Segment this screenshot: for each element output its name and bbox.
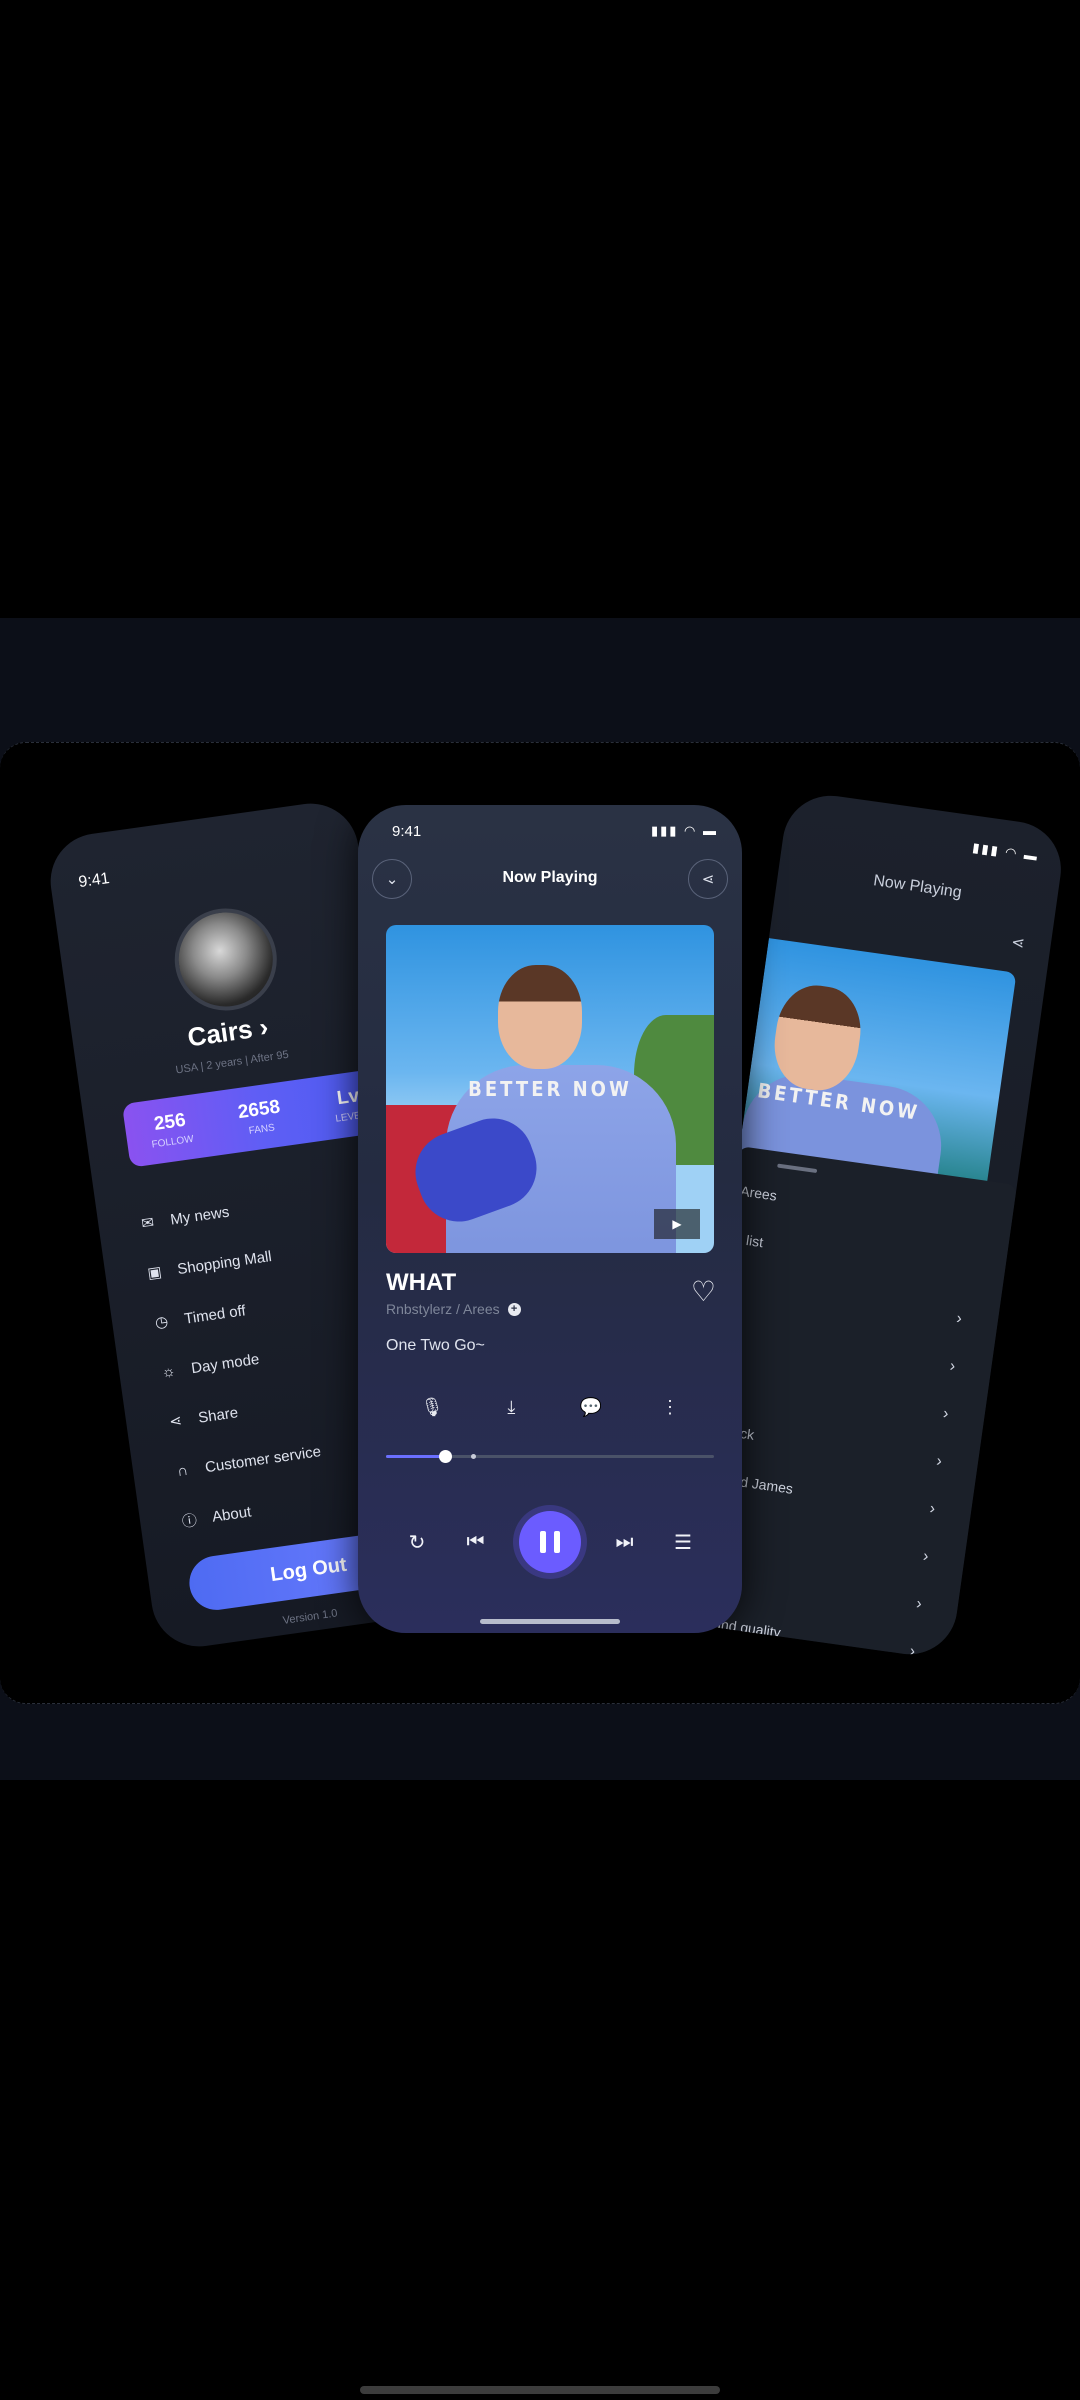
microphone-icon[interactable]: 🎙	[418, 1393, 446, 1421]
home-indicator	[480, 1619, 620, 1624]
status-time: 9:41	[392, 823, 422, 840]
chevron-right-icon: ›	[955, 1310, 963, 1328]
list-item[interactable]	[708, 1372, 946, 1405]
heart-icon[interactable]: ♡	[691, 1275, 716, 1308]
stat-fans[interactable]: 2658 FANS	[211, 1079, 309, 1155]
bag-icon: ▣	[146, 1263, 163, 1283]
chevron-right-icon: ›	[941, 1405, 950, 1423]
previous-icon[interactable]: ⏮	[461, 1527, 491, 1557]
progress-slider[interactable]	[386, 1450, 714, 1463]
art-text: BETTER NOW	[468, 1077, 632, 1101]
repeat-icon[interactable]: ↻	[402, 1527, 432, 1557]
next-icon[interactable]: ⏭	[610, 1527, 640, 1557]
add-icon[interactable]: +	[507, 1302, 521, 1316]
action-row: 🎙 ⤓ 💬 ⋮	[418, 1393, 684, 1421]
buffer-marker	[471, 1454, 477, 1459]
playlist-icon[interactable]: ☰	[668, 1527, 698, 1557]
share-icon: ⋖	[701, 871, 715, 888]
clock-icon: ◷	[153, 1313, 170, 1332]
song-artist: Rnbstylerz / Arees +	[386, 1301, 521, 1317]
page-title: Now Playing	[502, 869, 598, 886]
status-icons: ▮▮▮ ◠ ▬	[971, 839, 1040, 864]
sheet-handle[interactable]	[777, 1163, 818, 1174]
info-icon: ⓘ	[180, 1511, 199, 1531]
share-button[interactable]: ⋖	[688, 859, 728, 899]
home-indicator	[360, 2386, 720, 2394]
stat-follow[interactable]: 256 FOLLOW	[122, 1092, 220, 1168]
list-item[interactable]: ng list	[726, 1229, 966, 1278]
chevron-right-icon: ›	[948, 1357, 957, 1376]
comment-icon[interactable]: 💬	[577, 1393, 605, 1421]
right-title: Now Playing	[872, 872, 963, 902]
list-item[interactable]	[721, 1277, 959, 1310]
stats-bar: 256 FOLLOW 2658 FANS Lv LEVEL	[121, 1066, 399, 1168]
chevron-right-icon: ›	[257, 1011, 271, 1043]
more-icon[interactable]: ⋮	[656, 1393, 684, 1421]
now-playing-phone: 9:41 ▮▮▮ ◠ ▬ ⌄ Now Playing ⋖ BETTER NOW …	[358, 805, 742, 1633]
chevron-right-icon: ›	[921, 1547, 930, 1566]
video-thumb-icon[interactable]: ▶	[654, 1209, 700, 1239]
progress-knob[interactable]	[439, 1450, 453, 1463]
download-icon[interactable]: ⤓	[497, 1393, 525, 1421]
list-item[interactable]: / Arees	[732, 1182, 972, 1231]
share-icon: ⋖	[168, 1412, 183, 1431]
list-item[interactable]	[715, 1324, 953, 1357]
playback-controls: ↻ ⏮ ⏭ ☰	[402, 1511, 698, 1573]
chevron-right-icon: ›	[915, 1595, 923, 1613]
song-title: WHAT	[386, 1269, 457, 1296]
lyric-line: One Two Go~	[386, 1337, 485, 1354]
status-icons: ▮▮▮ ◠ ▬	[650, 823, 718, 838]
album-art: BETTER NOW ▶	[386, 925, 714, 1253]
progress-fill	[386, 1455, 446, 1458]
profile-menu: ✉ My news ▣ Shopping Mall ◷ Timed off ☼ Day …	[135, 1179, 331, 1546]
chevron-right-icon: ›	[935, 1452, 943, 1471]
pause-button[interactable]	[519, 1511, 581, 1573]
sun-icon: ☼	[160, 1362, 177, 1381]
headset-icon: ∩	[175, 1461, 189, 1480]
art-figure-head	[498, 965, 582, 1069]
status-time: 9:41	[77, 869, 111, 892]
share-icon[interactable]: ⋖	[1010, 932, 1026, 954]
avatar[interactable]	[168, 901, 284, 1018]
chevron-right-icon: ›	[928, 1500, 937, 1518]
message-icon: ✉	[140, 1214, 156, 1233]
